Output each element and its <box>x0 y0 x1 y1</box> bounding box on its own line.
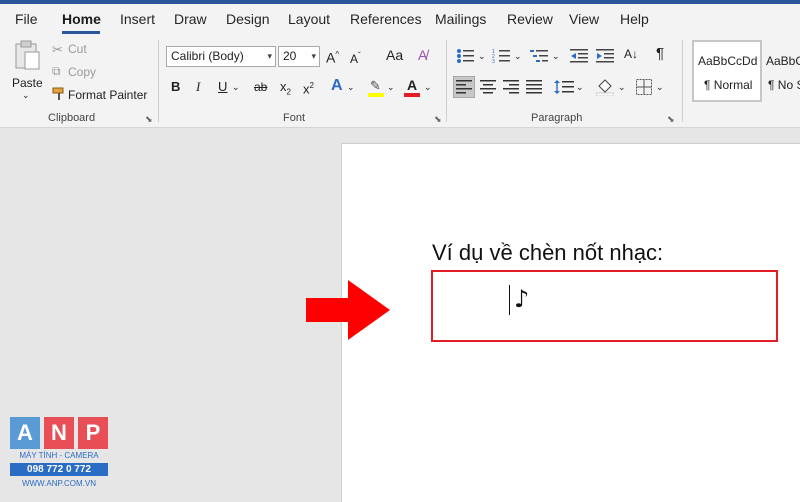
copy-button[interactable]: Copy <box>68 65 96 79</box>
highlight-color-bar <box>368 93 384 97</box>
superscript-button[interactable]: x2 <box>303 78 314 97</box>
chevron-down-icon[interactable]: ⌄ <box>656 79 664 95</box>
scissors-icon: ✂ <box>52 42 63 57</box>
italic-button[interactable]: I <box>196 79 200 95</box>
tab-file[interactable]: File <box>15 11 38 27</box>
grow-font-label: A <box>326 49 336 66</box>
style-no-spacing[interactable]: AaBbCcDd ¶ No Sp <box>764 40 800 102</box>
align-left-button[interactable] <box>453 76 475 98</box>
tab-review[interactable]: Review <box>507 11 553 27</box>
align-left-icon <box>456 80 472 94</box>
numbering-icon[interactable]: 1 2 3 <box>492 48 512 64</box>
clipboard-group-label: Clipboard <box>48 112 96 124</box>
chevron-down-icon[interactable]: ⌄ <box>347 79 355 95</box>
format-painter-button[interactable]: Format Painter <box>68 88 147 102</box>
paragraph-launcher-icon[interactable]: ⬊ <box>667 114 675 125</box>
shrink-font-button[interactable]: Aˇ <box>350 48 361 67</box>
show-formatting-icon[interactable]: ¶ <box>656 46 664 62</box>
paste-label: Paste <box>12 76 43 90</box>
style-normal-name: ¶ Normal <box>704 78 753 92</box>
underline-dropdown-chevron-icon[interactable]: ⌄ <box>232 79 240 95</box>
document-heading: Ví dụ về chèn nốt nhạc: <box>432 240 664 265</box>
tab-draw[interactable]: Draw <box>174 11 207 27</box>
music-note-symbol: ♪ <box>514 285 530 313</box>
bold-button[interactable]: B <box>171 79 180 95</box>
group-separator <box>158 40 159 122</box>
sort-icon[interactable]: A↓ <box>624 46 638 62</box>
increase-indent-icon[interactable] <box>596 48 614 64</box>
tab-view[interactable]: View <box>569 11 599 27</box>
chevron-down-icon[interactable]: ⌄ <box>424 79 432 95</box>
style-no-spacing-name: ¶ No Sp <box>768 78 800 92</box>
highlight-box <box>431 270 778 342</box>
ribbon: Paste ⌄ ✂ Cut ⧉ Copy Format Painter Clip… <box>0 34 800 128</box>
text-cursor <box>509 285 510 315</box>
font-color-icon[interactable]: A <box>404 77 420 97</box>
logo-letter-a: A <box>10 417 40 449</box>
line-spacing-icon[interactable] <box>554 79 574 95</box>
highlight-color-icon[interactable]: ✎ <box>368 78 384 98</box>
chevron-down-icon[interactable]: ⌄ <box>576 79 584 95</box>
clipboard-launcher-icon[interactable]: ⬊ <box>145 114 153 125</box>
font-size-combo[interactable]: 20 ▾ <box>278 46 320 67</box>
tab-help[interactable]: Help <box>620 11 649 27</box>
subscript-button[interactable]: x2 <box>280 79 291 101</box>
style-normal-sample: AaBbCcDd <box>698 54 758 68</box>
copy-icon: ⧉ <box>52 64 61 78</box>
change-case-button[interactable]: Aa <box>386 47 403 63</box>
multilevel-list-icon[interactable] <box>530 48 550 64</box>
tab-references[interactable]: References <box>350 11 422 27</box>
shrink-font-label: A <box>350 52 359 66</box>
chevron-down-icon: ▾ <box>311 51 316 61</box>
cut-button[interactable]: Cut <box>68 42 87 56</box>
chevron-down-icon: ▾ <box>267 51 272 61</box>
red-arrow-icon <box>306 280 390 340</box>
grow-font-button[interactable]: A^ <box>326 47 339 66</box>
paste-button[interactable]: Paste ⌄ <box>10 38 44 108</box>
tab-layout[interactable]: Layout <box>288 11 330 27</box>
tab-design[interactable]: Design <box>226 11 270 27</box>
logo-subtitle: MÁY TÍNH - CAMERA <box>19 451 99 460</box>
menu-bar: File Home Insert Draw Design Layout Refe… <box>0 4 800 34</box>
anp-logo: A N P MÁY TÍNH - CAMERA 098 772 0 772 WW… <box>10 417 108 493</box>
clear-formatting-icon[interactable]: A̸ <box>418 47 427 63</box>
font-launcher-icon[interactable]: ⬊ <box>434 114 442 125</box>
underline-button[interactable]: U <box>218 79 227 95</box>
strikethrough-button[interactable]: ab <box>254 79 267 95</box>
tab-mailings[interactable]: Mailings <box>435 11 486 27</box>
style-normal[interactable]: AaBbCcDd ¶ Normal <box>692 40 762 102</box>
paste-dropdown-chevron-icon[interactable]: ⌄ <box>22 90 30 101</box>
chevron-down-icon[interactable]: ⌄ <box>552 48 560 64</box>
logo-letter-p: P <box>78 417 108 449</box>
clipboard-icon <box>15 40 40 70</box>
chevron-down-icon[interactable]: ⌄ <box>478 48 486 64</box>
tab-home[interactable]: Home <box>62 11 101 27</box>
group-separator <box>682 40 683 122</box>
format-painter-icon <box>52 87 64 100</box>
shading-icon[interactable] <box>596 78 614 96</box>
decrease-indent-icon[interactable] <box>570 48 588 64</box>
font-name-value: Calibri (Body) <box>171 49 244 63</box>
group-separator <box>446 40 447 122</box>
font-group-label: Font <box>283 112 306 124</box>
bullets-icon[interactable] <box>456 48 476 64</box>
chevron-down-icon[interactable]: ⌄ <box>618 79 626 95</box>
logo-website: WWW.ANP.COM.VN <box>21 479 97 488</box>
borders-icon[interactable] <box>636 79 652 95</box>
logo-phone: 098 772 0 772 <box>10 463 108 476</box>
logo-letter-n: N <box>44 417 74 449</box>
tab-insert[interactable]: Insert <box>120 11 155 27</box>
font-color-bar <box>404 93 420 97</box>
style-no-spacing-sample: AaBbCcDd <box>766 54 800 68</box>
chevron-down-icon[interactable]: ⌄ <box>387 79 395 95</box>
align-center-icon[interactable] <box>480 80 496 94</box>
chevron-down-icon[interactable]: ⌄ <box>514 48 522 64</box>
align-right-icon[interactable] <box>503 80 519 94</box>
font-size-value: 20 <box>283 49 297 63</box>
justify-icon[interactable] <box>526 80 542 94</box>
text-effects-icon[interactable]: A <box>331 78 343 94</box>
font-name-combo[interactable]: Calibri (Body) ▾ <box>166 46 276 67</box>
svg-text:3: 3 <box>492 59 495 64</box>
paragraph-group-label: Paragraph <box>531 112 583 124</box>
